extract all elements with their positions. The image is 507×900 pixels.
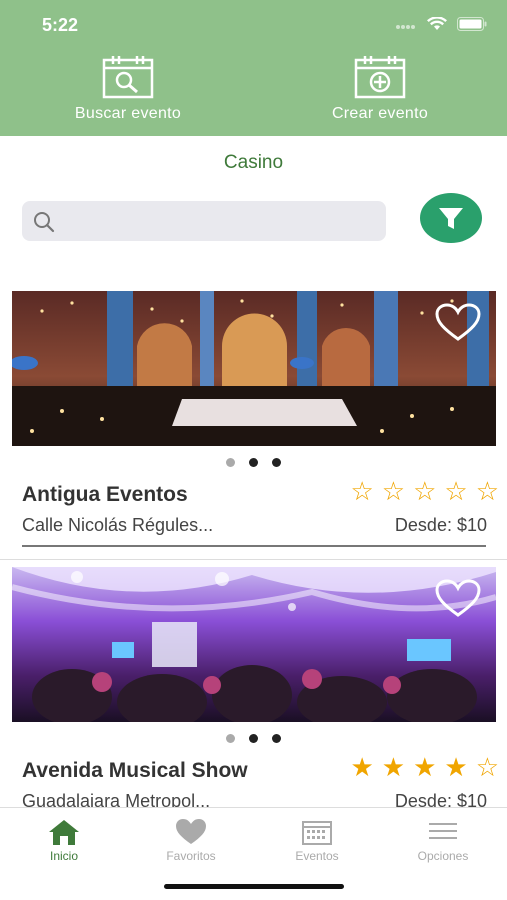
image-pager [0, 734, 507, 743]
star-empty-icon: ☆ [413, 476, 437, 506]
pager-dot [226, 734, 235, 743]
event-name[interactable]: Avenida Musical Show [22, 759, 248, 783]
tab-label: Favoritos [166, 849, 216, 863]
tab-label: Inicio [49, 849, 78, 863]
category-title: Casino [223, 152, 284, 173]
pager-dot-active [249, 458, 258, 467]
tab-inicio[interactable]: Inicio [9, 818, 119, 863]
search-calendar-icon [102, 56, 154, 99]
event-image[interactable] [12, 291, 496, 446]
event-address: Guadalajara Metropol... [22, 791, 211, 807]
add-calendar-icon [354, 56, 406, 99]
pager-dot-active [249, 734, 258, 743]
divider [0, 559, 507, 560]
tab-favoritos[interactable]: Favoritos [136, 818, 246, 863]
star-filled-icon: ★ [350, 752, 374, 782]
tab-opciones[interactable]: Opciones [388, 818, 498, 863]
calendar-icon [302, 821, 332, 845]
heart-icon [176, 819, 206, 844]
create-event-label: Crear evento [331, 105, 429, 122]
filter-button[interactable] [420, 193, 482, 243]
home-icon [49, 820, 79, 845]
search-input[interactable] [64, 209, 364, 233]
star-filled-icon: ★ [413, 752, 437, 782]
pager-dot [226, 458, 235, 467]
event-image[interactable] [12, 567, 496, 722]
favorite-heart-icon[interactable] [434, 579, 482, 619]
tab-label: Opciones [417, 849, 469, 863]
star-empty-icon: ☆ [350, 476, 374, 506]
event-card[interactable]: Antigua Eventos ☆ ☆ ☆ ☆ ☆ Calle Nicolás Régu… [0, 291, 507, 561]
event-card[interactable]: Avenida Musical Show ★ ★ ★ ★ ☆ Guadalajara M… [0, 567, 507, 807]
favorite-heart-icon[interactable] [434, 303, 482, 343]
search-event-button[interactable]: Buscar evento [48, 55, 208, 123]
star-rating: ☆ ☆ ☆ ☆ ☆ [350, 478, 499, 504]
search-bar[interactable] [22, 201, 386, 241]
star-empty-icon: ☆ [475, 752, 499, 782]
star-empty-icon: ☆ [444, 476, 468, 506]
home-indicator [164, 884, 344, 889]
pager-dot [272, 734, 281, 743]
star-rating: ★ ★ ★ ★ ☆ [350, 754, 499, 780]
status-icons [395, 17, 487, 31]
star-empty-icon: ☆ [475, 476, 499, 506]
venue-photo [12, 291, 496, 446]
app-header: 5:22 Buscar evento Crear evento [0, 0, 507, 136]
filter-icon [439, 208, 463, 229]
status-time: 5:22 [42, 15, 79, 35]
star-empty-icon: ☆ [381, 476, 406, 506]
star-filled-icon: ★ [444, 752, 468, 782]
event-price: Desde: $10 [394, 515, 487, 535]
event-name[interactable]: Antigua Eventos [22, 483, 188, 507]
wifi-icon [427, 17, 447, 30]
menu-icon [429, 823, 457, 839]
divider [22, 545, 486, 547]
search-icon [34, 212, 55, 233]
tab-label: Eventos [295, 849, 339, 863]
event-price: Desde: $10 [394, 791, 487, 807]
pager-dot [272, 458, 281, 467]
cellular-signal-icon [396, 25, 415, 29]
create-event-button[interactable]: Crear evento [300, 55, 460, 123]
venue-photo [12, 567, 496, 722]
battery-icon [457, 17, 487, 31]
event-address: Calle Nicolás Régules... [22, 515, 214, 535]
search-event-label: Buscar evento [74, 105, 182, 122]
tab-eventos[interactable]: Eventos [262, 818, 372, 863]
star-filled-icon: ★ [381, 752, 406, 782]
image-pager [0, 458, 507, 467]
